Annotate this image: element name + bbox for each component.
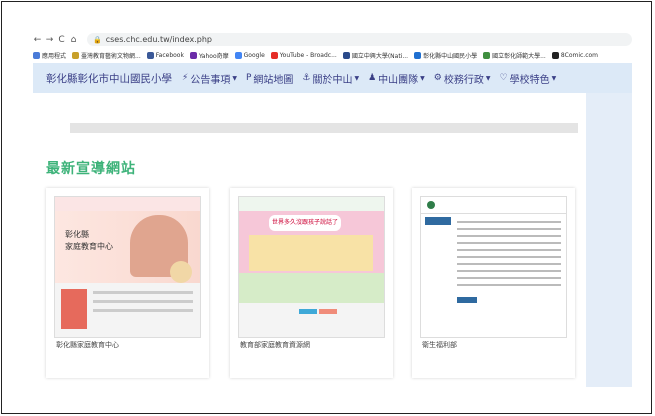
- bell-icon: ♡: [499, 73, 508, 83]
- url-bar[interactable]: 🔒 cses.chc.edu.tw/index.php: [87, 33, 632, 46]
- address-row: ← → C ⌂ 🔒 cses.chc.edu.tw/index.php: [33, 32, 632, 47]
- bookmark-item[interactable]: Google: [234, 51, 265, 59]
- nav-sitemap[interactable]: P 網站地圖: [246, 71, 293, 86]
- nav-admin[interactable]: ⚙ 校務行政 ▼: [434, 71, 491, 86]
- bookmark-item[interactable]: 8Comic.com: [551, 51, 598, 59]
- site-nav: 彰化縣彰化市中山國民小學 ⚡ 公告事項 ▼ P 網站地圖 ⚓ 關於中山 ▼ ♟ 中山團隊 ▼ …: [33, 63, 632, 93]
- thumb-headline: 世界多久沒跟孩子說話了呢?: [269, 215, 341, 242]
- nav-about[interactable]: ⚓ 關於中山 ▼: [302, 71, 359, 86]
- bookmark-icon: [414, 51, 422, 59]
- section-title: 最新宣導網站: [46, 161, 136, 177]
- facebook-icon: [146, 51, 154, 59]
- promo-card[interactable]: 彰化縣 家庭教育中心 彰化縣家庭教育中心: [46, 188, 209, 378]
- bookmark-item[interactable]: 應用程式: [33, 51, 66, 60]
- card-caption[interactable]: 衛生福利部: [422, 340, 457, 350]
- yahoo-icon: [189, 51, 197, 59]
- caret-down-icon: ▼: [354, 74, 360, 82]
- nav-features[interactable]: ♡ 學校特色 ▼: [500, 71, 557, 86]
- bookmark-icon: [342, 51, 350, 59]
- thumb-header: [239, 197, 384, 211]
- thumb-side-tab: [425, 217, 451, 225]
- anchor-icon: ⚓: [302, 73, 311, 83]
- ministry-logo: [427, 201, 435, 209]
- thumb-header: [55, 197, 200, 211]
- caret-down-icon: ▼: [551, 74, 557, 82]
- bookmark-item[interactable]: YouTube - Broadc...: [270, 51, 337, 59]
- nav-announcements[interactable]: ⚡ 公告事項 ▼: [182, 71, 237, 86]
- right-pane: [586, 93, 632, 387]
- caret-down-icon: ▼: [420, 74, 425, 82]
- promo-cards: 彰化縣 家庭教育中心 彰化縣家庭教育中心 世界多久沒跟孩子說話了 教育部家庭教育…: [46, 188, 586, 387]
- thumb-label: [457, 297, 477, 303]
- thumb-hero: 世界多久沒跟孩子說話了呢?: [239, 211, 384, 273]
- thumb-text-lines: [93, 291, 193, 318]
- card-caption[interactable]: 教育部家庭教育資源網: [240, 340, 310, 350]
- bookmark-icon: [551, 51, 559, 59]
- thumb-header: [421, 197, 566, 214]
- bookmark-item[interactable]: 彰化縣中山國民小學: [414, 51, 477, 60]
- bookmark-item[interactable]: Facebook: [146, 51, 184, 59]
- thumb-hero-text: 彰化縣 家庭教育中心: [65, 230, 113, 251]
- screenshot: ← → C ⌂ 🔒 cses.chc.edu.tw/index.php 應用程式…: [33, 32, 632, 387]
- back-icon[interactable]: ←: [33, 35, 42, 45]
- reload-icon[interactable]: C: [57, 35, 66, 45]
- site-brand[interactable]: 彰化縣彰化市中山國民小學: [46, 71, 172, 86]
- bookmark-item[interactable]: 國立中興大學(Nati...: [342, 51, 408, 60]
- forward-icon[interactable]: →: [45, 35, 54, 45]
- card-thumbnail[interactable]: 彰化縣 家庭教育中心: [54, 196, 201, 338]
- bookmark-item[interactable]: Yahoo奇摩: [189, 51, 229, 60]
- bookmark-icon: [72, 51, 80, 59]
- scroll-strip: [70, 123, 578, 133]
- thumb-side-box: [61, 289, 87, 329]
- bookmark-item[interactable]: 臺灣教育藝術文物網...: [72, 51, 141, 60]
- hotline-badge: [170, 261, 192, 283]
- nav-team[interactable]: ♟ 中山團隊 ▼: [368, 71, 425, 86]
- promo-card[interactable]: 世界多久沒跟孩子說話了呢? 教育部家庭教育資源網: [230, 188, 393, 378]
- cartoon-scene: [249, 235, 373, 271]
- card-thumbnail[interactable]: [420, 196, 567, 338]
- main-content: 最新宣導網站 彰化縣 家庭教育中心 彰化縣家庭教育中心 世界多久沒跟孩子說話了 …: [33, 93, 586, 387]
- page-frame: ← → C ⌂ 🔒 cses.chc.edu.tw/index.php 應用程式…: [1, 1, 652, 414]
- home-icon[interactable]: ⌂: [69, 35, 78, 45]
- bookmark-item[interactable]: 國立彰化師範大學...: [483, 51, 546, 60]
- thumb-tab: [299, 309, 317, 314]
- google-icon: [234, 51, 242, 59]
- caret-down-icon: ▼: [232, 74, 237, 82]
- youtube-icon: [270, 51, 278, 59]
- thumb-text-lines: [457, 221, 561, 291]
- url-text: cses.chc.edu.tw/index.php: [105, 35, 212, 44]
- team-icon: ♟: [368, 73, 377, 83]
- card-thumbnail[interactable]: 世界多久沒跟孩子說話了呢?: [238, 196, 385, 338]
- p-icon: P: [245, 73, 252, 83]
- card-caption[interactable]: 彰化縣家庭教育中心: [56, 340, 119, 350]
- caret-down-icon: ▼: [485, 74, 491, 82]
- thumb-tab: [319, 309, 337, 314]
- lock-icon: 🔒: [93, 35, 102, 44]
- gear-icon: ⚙: [433, 73, 442, 83]
- bookmarks-bar: 應用程式 臺灣教育藝術文物網... Facebook Yahoo奇摩 Googl…: [33, 49, 632, 61]
- thumb-hero: 彰化縣 家庭教育中心: [55, 211, 200, 283]
- bolt-icon: ⚡: [182, 73, 189, 83]
- thumb-section: [239, 273, 384, 303]
- promo-card[interactable]: 衛生福利部: [412, 188, 575, 378]
- apps-icon: [33, 51, 40, 59]
- bookmark-icon: [483, 51, 491, 59]
